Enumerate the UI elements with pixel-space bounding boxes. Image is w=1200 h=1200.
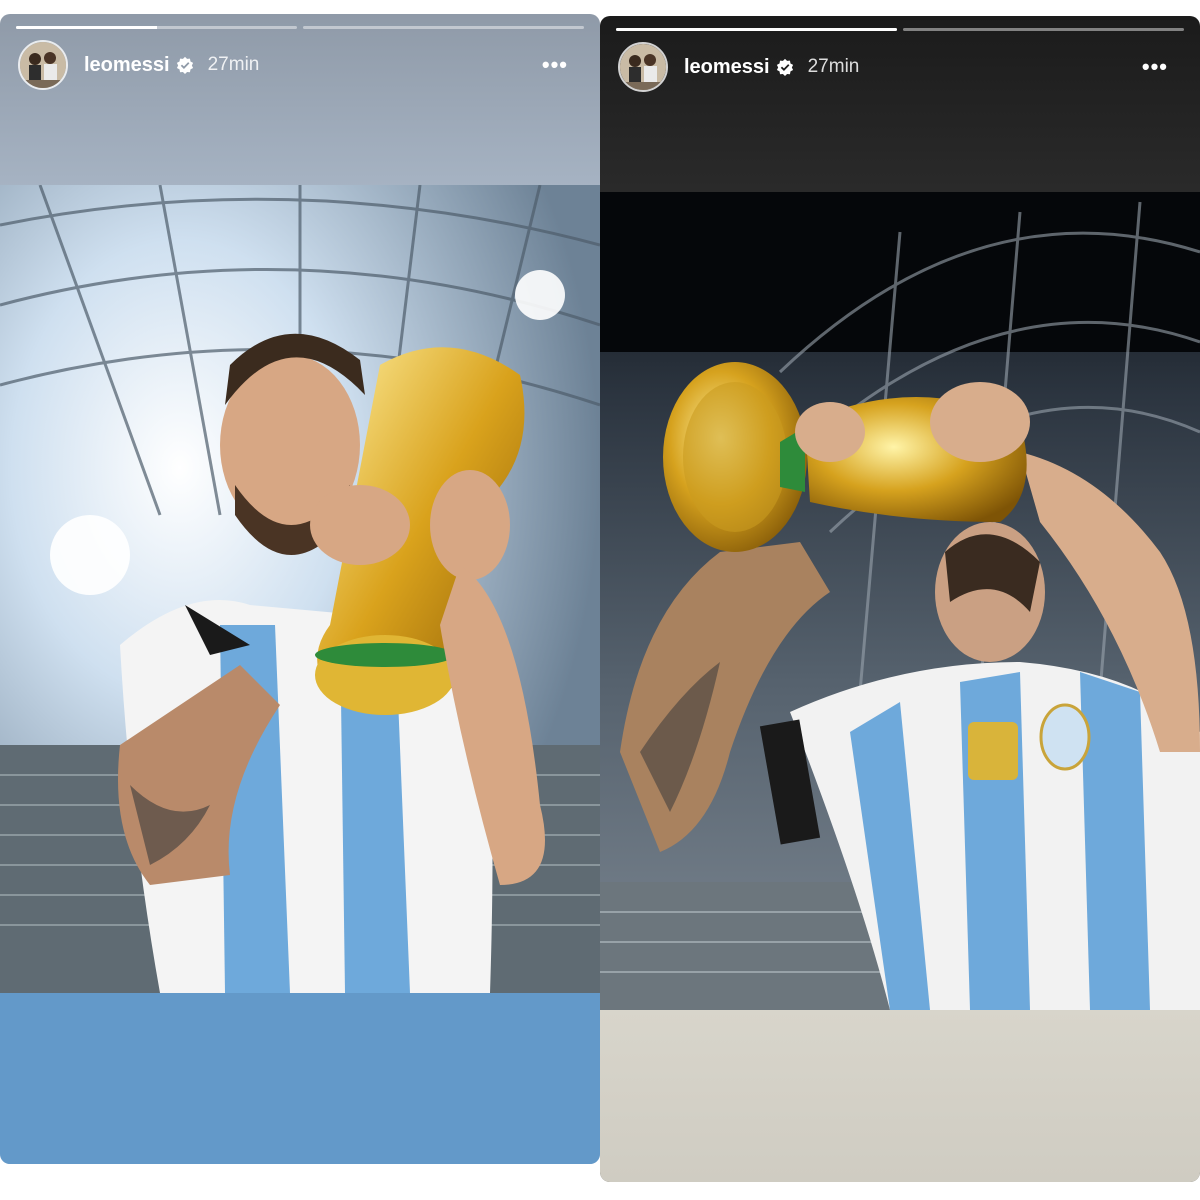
progress-segment-1 <box>16 26 297 29</box>
story-photo <box>600 192 1200 1010</box>
story-header: leomessi 27min ••• <box>18 40 582 90</box>
story-left[interactable]: leomessi 27min ••• <box>0 14 600 1164</box>
avatar[interactable] <box>18 40 68 90</box>
username[interactable]: leomessi <box>84 54 170 77</box>
story-photo <box>0 185 600 993</box>
more-options-icon[interactable]: ••• <box>1142 54 1168 80</box>
progress-segment-1 <box>616 28 897 31</box>
verified-badge-icon <box>176 56 194 74</box>
post-time: 27min <box>807 56 860 77</box>
story-bottom-background <box>600 1010 1200 1182</box>
story-progress <box>616 28 1184 31</box>
story-right[interactable]: leomessi 27min ••• <box>600 16 1200 1182</box>
progress-segment-2 <box>303 26 584 29</box>
story-bottom-background <box>0 993 600 1164</box>
post-time: 27min <box>207 54 260 75</box>
progress-segment-2 <box>903 28 1184 31</box>
story-header: leomessi 27min ••• <box>618 42 1182 92</box>
more-options-icon[interactable]: ••• <box>542 52 568 78</box>
username[interactable]: leomessi <box>684 56 770 79</box>
story-progress <box>16 26 584 29</box>
verified-badge-icon <box>776 58 794 76</box>
avatar[interactable] <box>618 42 668 92</box>
